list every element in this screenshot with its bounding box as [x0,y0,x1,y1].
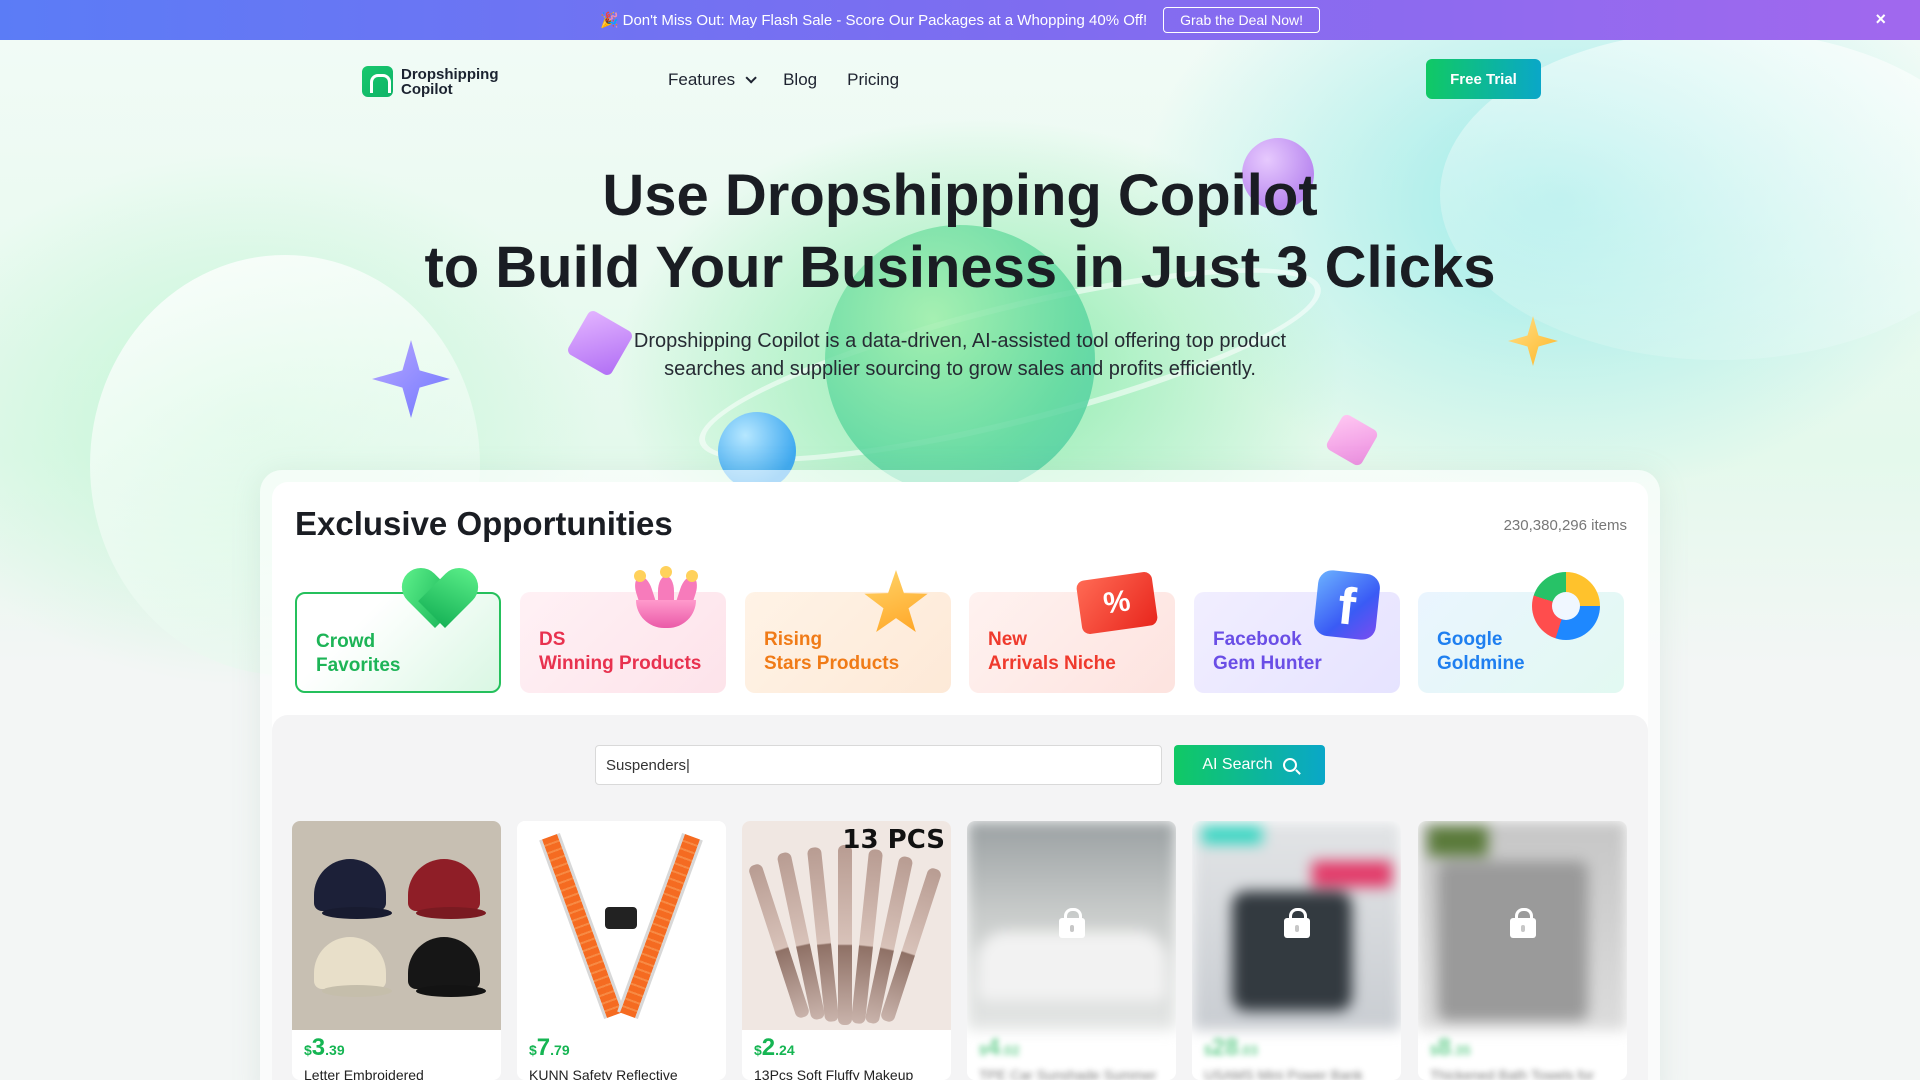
category-label: Goldmine [1437,653,1525,674]
nav-label: Blog [783,70,818,89]
price-currency: $ [979,1042,987,1058]
chevron-down-icon [745,72,757,84]
logo[interactable]: Dropshipping Copilot [362,66,499,97]
search-icon [1282,758,1297,772]
nav-item-blog[interactable]: Blog [783,70,817,90]
party-popper-icon: 🎉 [599,12,619,29]
nav-item-pricing[interactable]: Pricing [847,70,899,90]
product-price: $28.03 [1204,1034,1258,1062]
logo-line: Copilot [401,80,453,98]
price-decimal: .79 [550,1042,570,1058]
donut-chart-icon [1532,572,1600,640]
lock-icon [1284,908,1310,938]
product-price: $7.79 [529,1034,570,1062]
category-label: Favorites [316,655,401,676]
product-name: KUNN Safety Reflective [529,1067,678,1080]
product-card-locked[interactable]: $8.35 Thickened Bath Towels for [1418,821,1627,1080]
price-integer: 2 [761,1034,776,1061]
price-currency: $ [304,1042,312,1058]
product-image: 13 PCS [742,821,951,1030]
price-currency: $ [1204,1042,1212,1058]
product-name: USAMS Mini Power Bank [1204,1067,1363,1080]
product-price: $2.24 [754,1034,795,1062]
lock-icon [1510,908,1536,938]
product-card-locked[interactable]: $4.02 TPE Car Sunshade Summer [967,821,1176,1080]
category-label: Winning Products [539,653,702,674]
search-input[interactable] [595,745,1162,785]
logo-mark-icon [362,66,393,97]
product-image [292,821,501,1030]
lock-icon [1059,908,1085,938]
product-name: TPE Car Sunshade Summer [979,1067,1157,1080]
category-rising-stars[interactable]: Rising Stars Products [745,570,951,693]
category-crowd-favorites[interactable]: Crowd Favorites [295,592,501,693]
facebook-icon: f [1312,568,1382,642]
price-integer: 28 [1211,1034,1239,1061]
logo-text: Dropshipping Copilot [401,67,499,97]
hero-title-line: Use Dropshipping Copilot [602,163,1318,228]
ai-search-label: AI Search [1202,756,1273,773]
product-name: 13Pcs Soft Fluffy Makeup [754,1067,914,1080]
panel-title: Exclusive Opportunities [295,505,673,542]
product-price: $8.35 [1430,1034,1471,1062]
price-decimal: .02 [1000,1042,1020,1058]
promo-text: 🎉 Don't Miss Out: May Flash Sale - Score … [600,11,1147,29]
product-card[interactable]: 13 PCS $2.24 13Pcs Soft Fluffy Makeup [742,821,951,1080]
product-card[interactable]: $3.39 Letter Embroidered [292,821,501,1080]
free-trial-button[interactable]: Free Trial [1426,59,1541,99]
category-label: Gem Hunter [1213,653,1322,674]
category-ds-winning-products[interactable]: DS Winning Products [520,566,726,693]
grab-deal-button[interactable]: Grab the Deal Now! [1163,7,1321,33]
price-integer: 7 [536,1034,551,1061]
price-currency: $ [529,1042,537,1058]
nav-links: Features Blog Pricing [668,70,899,90]
price-currency: $ [1430,1042,1438,1058]
close-icon[interactable]: × [1875,9,1886,30]
hero-subtitle-line: Dropshipping Copilot is a data-driven, A… [633,330,1287,352]
product-name: Letter Embroidered [304,1067,424,1080]
hero-subtitle-line: searches and supplier sourcing to grow s… [664,358,1256,380]
nav-label: Pricing [847,70,900,89]
price-decimal: .35 [1451,1042,1471,1058]
product-price: $4.02 [979,1034,1020,1062]
category-new-arrivals[interactable]: New Arrivals Niche % [969,570,1175,693]
nav-label: Features [668,70,736,89]
product-card-locked[interactable]: $28.03 USAMS Mini Power Bank [1192,821,1401,1080]
category-google-goldmine[interactable]: Google Goldmine [1418,572,1624,693]
product-card[interactable]: $7.79 KUNN Safety Reflective [517,821,726,1080]
product-badge: 13 PCS [842,825,945,855]
crown-icon [631,566,701,630]
items-count: 230,380,296 items [1503,517,1627,534]
category-label: DS [539,629,566,650]
category-label: Rising [764,629,823,650]
price-integer: 8 [1437,1034,1452,1061]
price-integer: 4 [986,1034,1001,1061]
heart-icon [407,570,473,630]
promo-banner: 🎉 Don't Miss Out: May Flash Sale - Score … [0,0,1920,40]
decorative-gem-icon [1324,412,1380,468]
price-decimal: .24 [775,1042,795,1058]
price-decimal: .39 [325,1042,345,1058]
category-label: Crowd [316,631,376,652]
hero-title: Use Dropshipping Copilot to Build Your B… [0,160,1920,304]
category-label: Google [1437,629,1503,650]
logo-line: Dropshipping [401,65,499,83]
category-label: Stars Products [764,653,900,674]
price-currency: $ [754,1042,762,1058]
product-name: Thickened Bath Towels for [1430,1067,1594,1080]
nav-item-features[interactable]: Features [668,70,757,90]
category-facebook-gem-hunter[interactable]: Facebook Gem Hunter f [1194,568,1400,693]
category-label: New [988,629,1028,650]
product-image [517,821,726,1030]
price-decimal: .03 [1238,1042,1258,1058]
promo-message: Don't Miss Out: May Flash Sale - Score O… [622,12,1148,29]
percent-ticket-icon: % [1075,570,1159,636]
top-navigation: Dropshipping Copilot Features Blog Prici… [0,40,1920,120]
hero-title-line: to Build Your Business in Just 3 Clicks [424,235,1496,300]
category-label: Arrivals Niche [988,653,1116,674]
ai-search-button[interactable]: AI Search [1174,745,1325,785]
product-price: $3.39 [304,1034,345,1062]
price-integer: 3 [311,1034,326,1061]
hero-subtitle: Dropshipping Copilot is a data-driven, A… [560,327,1360,383]
